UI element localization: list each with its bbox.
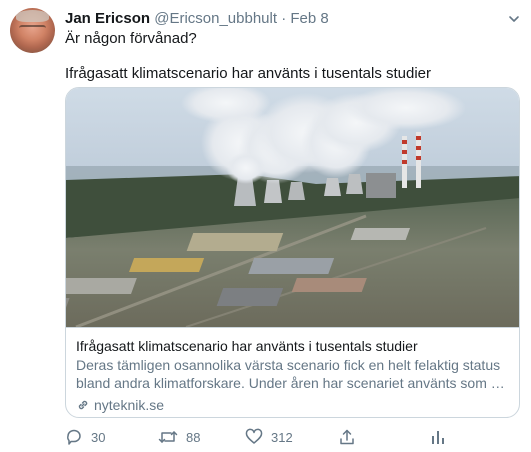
analytics-button[interactable]	[429, 427, 447, 447]
link-card[interactable]: Ifrågasatt klimatscenario har använts i …	[65, 87, 520, 418]
card-description: Deras tämligen osannolika värsta scenari…	[76, 357, 505, 391]
share-icon	[340, 429, 354, 445]
heart-icon	[245, 428, 263, 444]
reply-count: 30	[91, 429, 106, 445]
author-handle[interactable]: @Ericson_ubbhult	[154, 10, 277, 27]
tweet-header: Jan Ericson @Ericson_ubbhult · Feb 8	[65, 10, 329, 28]
share-button[interactable]	[338, 427, 356, 447]
tweet-text-line-2: Ifrågasatt klimatscenario har använts i …	[65, 65, 432, 82]
card-info: Ifrågasatt klimatscenario har använts i …	[66, 327, 519, 417]
chevron-down-icon[interactable]	[507, 12, 521, 26]
retweet-icon	[158, 431, 178, 443]
retweet-button[interactable]: 88	[158, 427, 200, 447]
tweet-actions: 30 88 312	[65, 427, 515, 447]
card-title: Ifrågasatt klimatscenario har använts i …	[76, 338, 418, 354]
power-plant-photo	[66, 88, 519, 327]
like-count: 312	[271, 429, 293, 445]
analytics-icon	[432, 431, 444, 444]
reply-icon	[67, 429, 81, 445]
like-button[interactable]: 312	[245, 427, 293, 447]
avatar-hair	[16, 10, 49, 22]
author-avatar[interactable]	[10, 8, 55, 53]
card-domain: nyteknik.se	[76, 396, 511, 414]
card-domain-text: nyteknik.se	[94, 397, 165, 413]
avatar-glasses	[19, 25, 46, 34]
reply-button[interactable]: 30	[65, 427, 105, 447]
header-separator: ·	[281, 10, 287, 27]
tweet-date[interactable]: Feb 8	[290, 10, 328, 27]
tweet-text-line-1: Är någon förvånad?	[65, 30, 197, 47]
retweet-count: 88	[186, 429, 201, 445]
link-icon	[78, 400, 88, 410]
author-name[interactable]: Jan Ericson	[65, 10, 150, 27]
